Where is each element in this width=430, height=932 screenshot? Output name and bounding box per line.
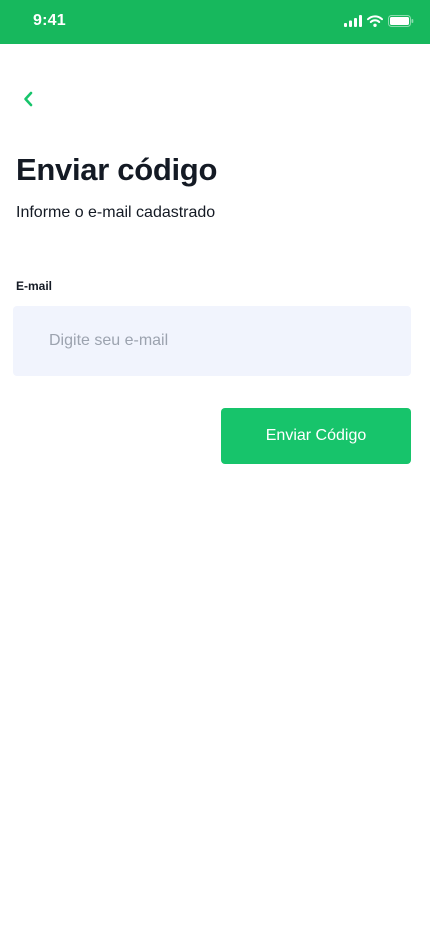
status-bar: 9:41 bbox=[0, 0, 430, 44]
status-time: 9:41 bbox=[33, 12, 66, 29]
battery-icon bbox=[388, 15, 414, 27]
email-input[interactable] bbox=[13, 306, 411, 376]
send-code-button[interactable]: Enviar Código bbox=[221, 408, 411, 464]
back-button[interactable] bbox=[16, 89, 40, 113]
page-subtitle: Informe o e-mail cadastrado bbox=[16, 204, 216, 221]
chevron-left-icon bbox=[22, 90, 34, 113]
signal-icon bbox=[344, 15, 362, 27]
status-icons bbox=[344, 15, 414, 27]
wifi-icon bbox=[367, 15, 383, 27]
page-title: Enviar código bbox=[16, 152, 218, 187]
email-label: E-mail bbox=[16, 279, 53, 293]
